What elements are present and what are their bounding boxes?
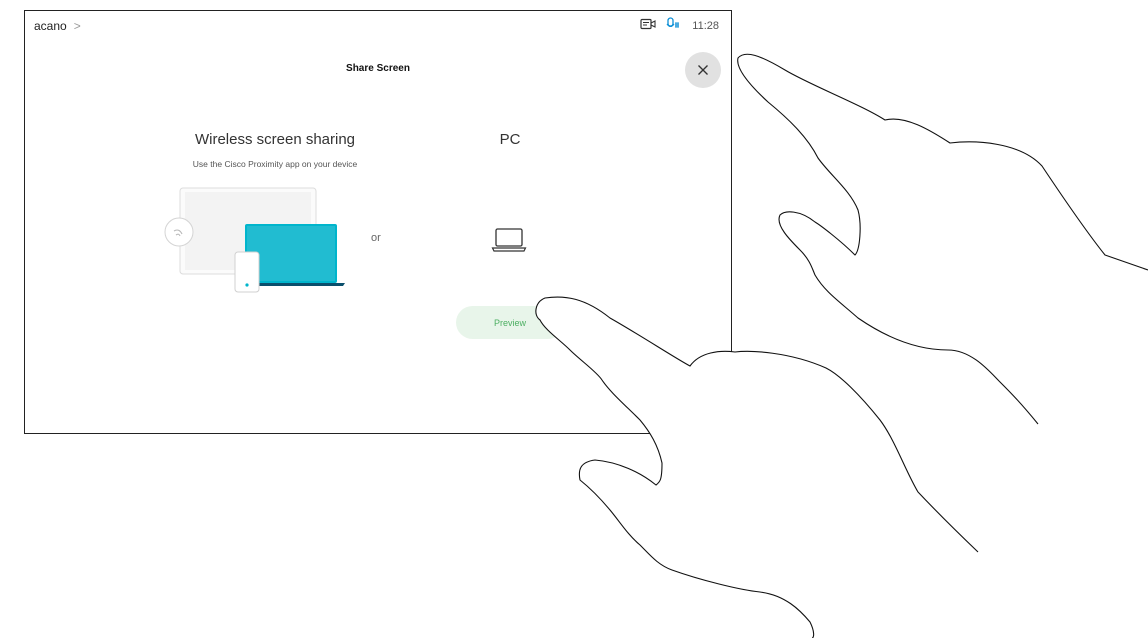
camera-icon[interactable] — [640, 18, 656, 33]
page-title: Share Screen — [346, 63, 410, 74]
proximity-illustration — [164, 187, 345, 293]
or-separator: or — [371, 232, 381, 244]
breadcrumb[interactable]: acano > — [34, 19, 81, 33]
status-bar: 11:28 — [640, 17, 719, 34]
pc-title: PC — [499, 131, 521, 148]
wireless-sharing-title: Wireless screen sharing — [194, 131, 356, 148]
breadcrumb-label: acano — [34, 19, 67, 33]
close-icon — [698, 65, 708, 75]
preview-button[interactable]: Preview — [456, 306, 564, 339]
microphone-status-icon[interactable] — [666, 17, 682, 34]
chevron-right-icon: > — [73, 19, 81, 33]
touch-panel-screen: acano > 11:28 Share Screen Wireless scre… — [24, 10, 732, 434]
close-button[interactable] — [685, 52, 721, 88]
laptop-icon — [491, 228, 527, 252]
clock: 11:28 — [692, 19, 719, 32]
wireless-sharing-subtitle: Use the Cisco Proximity app on your devi… — [192, 159, 358, 169]
